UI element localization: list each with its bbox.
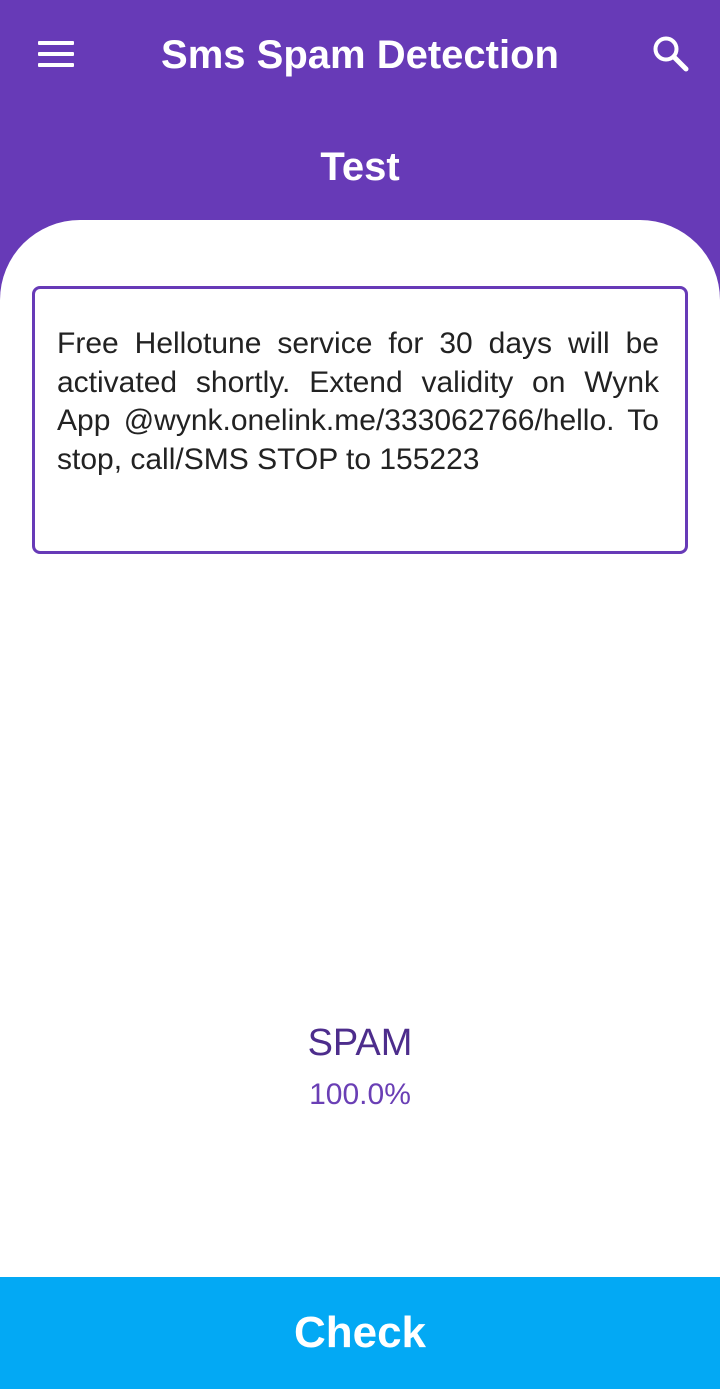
app-bar: Sms Spam Detection <box>0 0 720 110</box>
result-score: 100.0% <box>309 1078 411 1111</box>
sms-message-input[interactable]: Free Hellotune service for 30 days will … <box>32 286 688 554</box>
menu-button[interactable] <box>20 22 92 86</box>
app-title: Sms Spam Detection <box>161 33 559 77</box>
page-heading: Test <box>320 145 400 189</box>
search-button[interactable] <box>636 22 706 86</box>
result-label: SPAM <box>307 1022 413 1064</box>
search-icon <box>653 36 689 72</box>
hamburger-menu-icon <box>38 41 74 67</box>
check-button[interactable]: Check <box>0 1277 720 1389</box>
